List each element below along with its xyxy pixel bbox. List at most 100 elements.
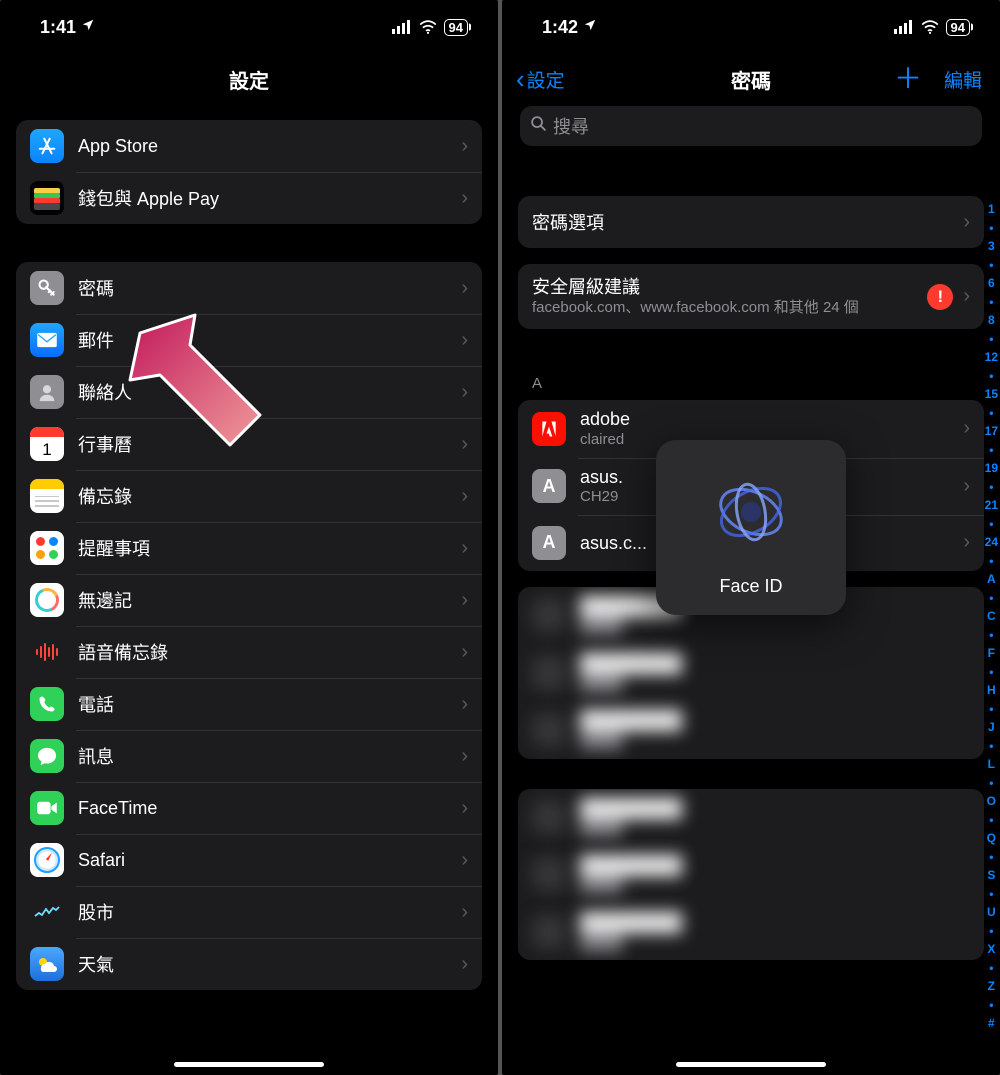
settings-group-apps: 密碼 › 郵件 › 聯絡人 › 1 [16, 262, 482, 990]
chevron-left-icon: ‹ [516, 66, 525, 92]
index-item[interactable]: 1 [988, 200, 995, 219]
index-item[interactable]: • [989, 367, 993, 386]
voice-memos-icon [30, 635, 64, 669]
index-item[interactable]: C [987, 607, 996, 626]
edit-button[interactable]: 編輯 [944, 66, 982, 93]
index-item[interactable]: • [989, 774, 993, 793]
index-item[interactable]: 3 [988, 237, 995, 256]
index-item[interactable]: • [989, 626, 993, 645]
index-item[interactable]: • [989, 441, 993, 460]
status-time: 1:42 [542, 17, 578, 38]
index-item[interactable]: Z [988, 977, 995, 996]
index-item[interactable]: 24 [985, 533, 998, 552]
index-item[interactable]: • [989, 737, 993, 756]
status-time: 1:41 [40, 17, 76, 38]
index-item[interactable]: • [989, 811, 993, 830]
index-item[interactable]: O [987, 792, 996, 811]
back-button[interactable]: ‹ 設定 [516, 66, 565, 93]
index-item[interactable]: Q [987, 829, 996, 848]
page-title: 密碼 [731, 65, 771, 94]
index-item[interactable]: • [989, 330, 993, 349]
index-item[interactable]: • [989, 922, 993, 941]
row-stocks[interactable]: 股市 › [16, 886, 482, 938]
index-item[interactable]: H [987, 681, 996, 700]
section-index[interactable]: 1•3•6•8•12•15•17•19•21•24•A•C•F•H•J•L•O•… [985, 200, 998, 1033]
index-item[interactable]: • [989, 663, 993, 682]
index-item[interactable]: • [989, 885, 993, 904]
row-messages[interactable]: 訊息 › [16, 730, 482, 782]
chevron-right-icon: › [963, 285, 970, 308]
row-passwords[interactable]: 密碼 › [16, 262, 482, 314]
chevron-right-icon: › [461, 485, 468, 508]
row-contacts[interactable]: 聯絡人 › [16, 366, 482, 418]
index-item[interactable]: • [989, 515, 993, 534]
row-mail[interactable]: 郵件 › [16, 314, 482, 366]
adobe-icon [532, 412, 566, 446]
row-reminders[interactable]: 提醒事項 › [16, 522, 482, 574]
row-wallet[interactable]: 錢包與 Apple Pay › [16, 172, 482, 224]
index-item[interactable]: X [987, 940, 995, 959]
index-item[interactable]: • [989, 996, 993, 1015]
index-item[interactable]: 8 [988, 311, 995, 330]
row-safari[interactable]: Safari › [16, 834, 482, 886]
index-item[interactable]: 19 [985, 459, 998, 478]
index-item[interactable]: • [989, 219, 993, 238]
blurred-icon [532, 656, 566, 690]
index-item[interactable]: • [989, 959, 993, 978]
settings-group-store: App Store › 錢包與 Apple Pay › [16, 120, 482, 224]
settings-scroll[interactable]: App Store › 錢包與 Apple Pay › 密碼 › [0, 120, 498, 990]
blurred-icon [532, 857, 566, 891]
row-password-options[interactable]: 密碼選項 › [518, 196, 984, 248]
row-label: 天氣 [78, 951, 451, 977]
chevron-right-icon: › [461, 901, 468, 924]
add-button[interactable]: ＋ [894, 65, 922, 93]
row-phone[interactable]: 電話 › [16, 678, 482, 730]
cellular-icon [392, 20, 412, 34]
row-app-store[interactable]: App Store › [16, 120, 482, 172]
face-id-prompt: Face ID [656, 440, 846, 615]
row-title: 安全層級建議 [532, 276, 919, 299]
phone-settings: 1:41 94 設定 App Store › [0, 0, 498, 1075]
row-calendar[interactable]: 1 行事曆 › [16, 418, 482, 470]
row-security-recommendations[interactable]: 安全層級建議 facebook.com、www.facebook.com 和其他… [518, 264, 984, 329]
index-item[interactable]: J [988, 718, 995, 737]
row-facetime[interactable]: FaceTime › [16, 782, 482, 834]
index-item[interactable]: • [989, 404, 993, 423]
row-notes[interactable]: 備忘錄 › [16, 470, 482, 522]
index-item[interactable]: • [989, 589, 993, 608]
index-item[interactable]: # [988, 1014, 995, 1033]
status-bar: 1:42 94 [502, 0, 1000, 54]
index-item[interactable]: • [989, 293, 993, 312]
index-item[interactable]: 15 [985, 385, 998, 404]
row-label: 電話 [78, 691, 451, 717]
index-item[interactable]: 12 [985, 348, 998, 367]
index-item[interactable]: • [989, 478, 993, 497]
index-item[interactable]: L [988, 755, 995, 774]
blurred-icon [532, 915, 566, 949]
row-voice-memos[interactable]: 語音備忘錄 › [16, 626, 482, 678]
reminders-icon [30, 531, 64, 565]
index-item[interactable]: U [987, 903, 996, 922]
index-item[interactable]: A [987, 570, 996, 589]
row-weather[interactable]: 天氣 › [16, 938, 482, 990]
home-indicator[interactable] [174, 1062, 324, 1067]
index-item[interactable]: • [989, 256, 993, 275]
contacts-icon [30, 375, 64, 409]
index-item[interactable]: S [987, 866, 995, 885]
account-title: adobe [580, 408, 953, 431]
index-item[interactable]: 21 [985, 496, 998, 515]
index-item[interactable]: • [989, 848, 993, 867]
index-item[interactable]: 6 [988, 274, 995, 293]
search-input[interactable]: 搜尋 [520, 106, 982, 146]
index-item[interactable]: 17 [985, 422, 998, 441]
chevron-right-icon: › [461, 537, 468, 560]
chevron-right-icon: › [461, 433, 468, 456]
index-item[interactable]: • [989, 552, 993, 571]
nav-bar: 設定 [0, 54, 498, 104]
chevron-right-icon: › [963, 531, 970, 554]
home-indicator[interactable] [676, 1062, 826, 1067]
index-item[interactable]: F [988, 644, 995, 663]
row-freeform[interactable]: 無邊記 › [16, 574, 482, 626]
row-label: 郵件 [78, 327, 451, 353]
index-item[interactable]: • [989, 700, 993, 719]
